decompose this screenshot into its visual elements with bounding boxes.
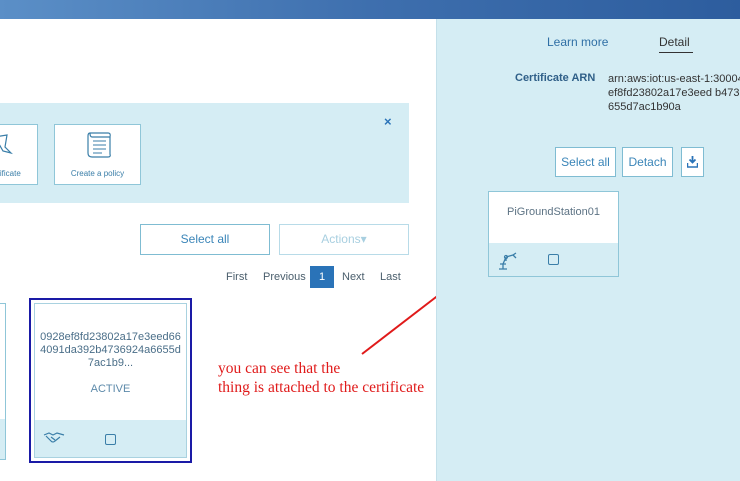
certificate-card-footer xyxy=(35,420,186,457)
certificate-card-partial[interactable] xyxy=(0,303,6,460)
select-all-label: Select all xyxy=(180,232,230,246)
certificate-id: 0928ef8fd23802a17e3eed664091da392b473692… xyxy=(40,331,181,369)
policy-scroll-icon xyxy=(87,132,111,158)
pager-first[interactable]: First xyxy=(226,271,247,283)
main-pane: rtificate Create a policy × Select all A… xyxy=(0,19,436,481)
pager-last[interactable]: Last xyxy=(380,271,401,283)
actions-dropdown[interactable]: Actions▾ xyxy=(279,224,409,255)
pager-current-page[interactable]: 1 xyxy=(310,266,334,288)
annotation-text: you can see that the thing is attached t… xyxy=(218,359,424,397)
certificate-arn-label: Certificate ARN xyxy=(515,72,596,84)
tab-detail[interactable]: Detail xyxy=(659,35,693,53)
detach-button[interactable]: Detach xyxy=(622,147,673,177)
thing-name: PiGroundStation01 xyxy=(507,206,600,218)
create-certificate-card[interactable]: rtificate xyxy=(0,124,38,185)
create-panel: rtificate Create a policy × xyxy=(0,103,409,203)
actions-label: Actions xyxy=(321,232,361,246)
top-bar xyxy=(0,0,740,19)
close-icon[interactable]: × xyxy=(384,114,392,129)
certificate-checkbox[interactable] xyxy=(105,434,116,445)
download-button[interactable] xyxy=(681,147,704,177)
certificate-icon xyxy=(0,134,13,155)
download-icon xyxy=(687,156,698,168)
detach-label: Detach xyxy=(628,155,667,169)
handshake-icon xyxy=(43,432,65,443)
detail-pane: Learn more Detail Certificate ARN arn:aw… xyxy=(436,19,740,481)
pager-next[interactable]: Next xyxy=(342,271,365,283)
select-all-button[interactable]: Select all xyxy=(140,224,270,255)
certificate-arn-value: arn:aws:iot:us-east-1:30004 t/0928ef8fd2… xyxy=(608,73,740,113)
thing-card-footer xyxy=(489,243,618,276)
thing-checkbox[interactable] xyxy=(548,254,559,265)
create-policy-label: Create a policy xyxy=(70,169,125,178)
detail-select-all-label: Select all xyxy=(561,155,610,169)
annotation-line-1: you can see that the xyxy=(218,360,341,377)
annotation-line-2: thing is attached to the certificate xyxy=(218,379,425,396)
certificate-card-selected[interactable]: 0928ef8fd23802a17e3eed664091da392b473692… xyxy=(29,298,192,463)
robot-arm-icon xyxy=(499,252,517,270)
pager-previous[interactable]: Previous xyxy=(263,271,306,283)
tab-learn-more[interactable]: Learn more xyxy=(547,35,608,49)
tab-detail-label: Detail xyxy=(659,35,690,49)
create-policy-card[interactable]: Create a policy xyxy=(54,124,141,185)
chevron-down-icon: ▾ xyxy=(360,232,367,246)
thing-card[interactable]: PiGroundStation01 xyxy=(488,191,619,277)
status-badge: ACTIVE xyxy=(90,383,131,395)
detail-select-all-button[interactable]: Select all xyxy=(555,147,616,177)
create-certificate-label: rtificate xyxy=(0,169,21,178)
